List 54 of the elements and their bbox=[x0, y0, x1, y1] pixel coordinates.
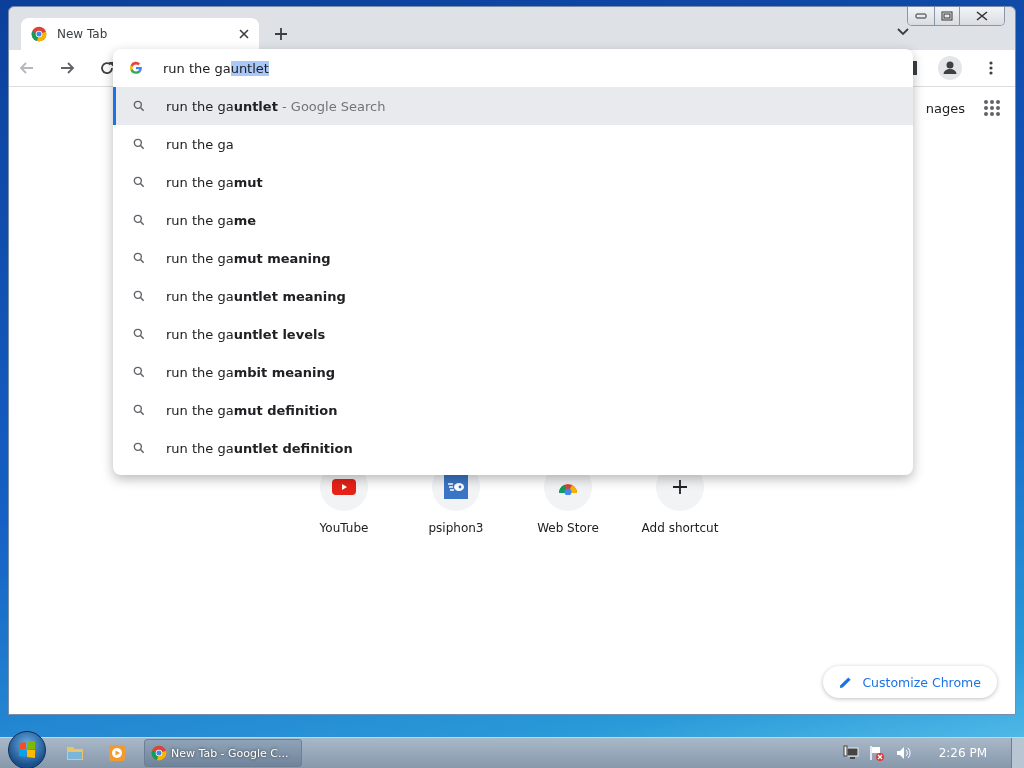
minimize-icon bbox=[915, 13, 927, 19]
chrome-logo-icon bbox=[31, 26, 47, 42]
suggestion-item[interactable]: run the gamut meaning bbox=[113, 239, 913, 277]
forward-icon[interactable] bbox=[59, 60, 75, 76]
browser-tab[interactable]: New Tab bbox=[21, 18, 259, 50]
windows-logo-icon bbox=[18, 741, 36, 759]
customize-chrome-button[interactable]: Customize Chrome bbox=[823, 666, 997, 698]
suggestion-item[interactable]: run the game bbox=[113, 201, 913, 239]
suggestion-item[interactable]: run the gauntlet - Google Search bbox=[113, 87, 913, 125]
search-icon bbox=[132, 137, 146, 151]
search-icon bbox=[132, 213, 146, 227]
search-icon bbox=[132, 441, 146, 455]
shortcut-label: YouTube bbox=[319, 521, 369, 535]
suggestion-item[interactable]: run the gauntlet levels bbox=[113, 315, 913, 353]
suggestion-item[interactable]: run the ga bbox=[113, 125, 913, 163]
profile-icon[interactable] bbox=[938, 56, 962, 80]
close-icon bbox=[976, 11, 988, 21]
start-button[interactable] bbox=[8, 731, 46, 768]
shortcut-label: psiphon3 bbox=[428, 521, 484, 535]
plus-icon bbox=[672, 479, 688, 495]
speaker-icon[interactable] bbox=[894, 745, 911, 761]
suggestion-item[interactable]: run the gamut bbox=[113, 163, 913, 201]
chrome-logo-icon bbox=[151, 745, 167, 761]
search-icon bbox=[132, 251, 146, 265]
search-icon bbox=[132, 365, 146, 379]
suggestion-item[interactable]: run the gauntlet definition bbox=[113, 429, 913, 467]
search-icon bbox=[132, 289, 146, 303]
suggestion-item[interactable]: run the gamut definition bbox=[113, 391, 913, 429]
search-icon bbox=[132, 99, 146, 113]
search-icon bbox=[132, 175, 146, 189]
restore-button[interactable] bbox=[934, 7, 959, 25]
pencil-icon bbox=[839, 675, 853, 689]
play-logo-icon bbox=[332, 479, 356, 495]
suggestion-item[interactable]: run the gambit meaning bbox=[113, 353, 913, 391]
clock-text: 2:26 PM bbox=[938, 746, 987, 760]
tab-title: New Tab bbox=[57, 27, 109, 41]
apps-grid-icon[interactable] bbox=[983, 99, 1001, 117]
network-icon[interactable] bbox=[842, 745, 859, 761]
suggestion-item[interactable]: run the gauntlet meaning bbox=[113, 277, 913, 315]
chevron-down-icon[interactable] bbox=[897, 28, 909, 36]
search-icon bbox=[132, 327, 146, 341]
more-menu-icon[interactable] bbox=[989, 61, 993, 75]
shortcut-label: Add shortcut bbox=[641, 521, 719, 535]
flag-error-icon[interactable] bbox=[868, 745, 885, 761]
restore-icon bbox=[941, 11, 953, 21]
shortcut-label: Web Store bbox=[537, 521, 599, 535]
reload-icon[interactable] bbox=[99, 60, 115, 76]
new-tab-icon[interactable] bbox=[274, 27, 288, 41]
close-icon[interactable] bbox=[239, 29, 249, 39]
close-button[interactable] bbox=[959, 7, 1004, 25]
search-icon bbox=[132, 403, 146, 417]
address-field[interactable]: run the gauntlet bbox=[163, 60, 269, 76]
google-g-icon bbox=[129, 61, 143, 75]
images-link[interactable]: nages bbox=[925, 100, 965, 116]
